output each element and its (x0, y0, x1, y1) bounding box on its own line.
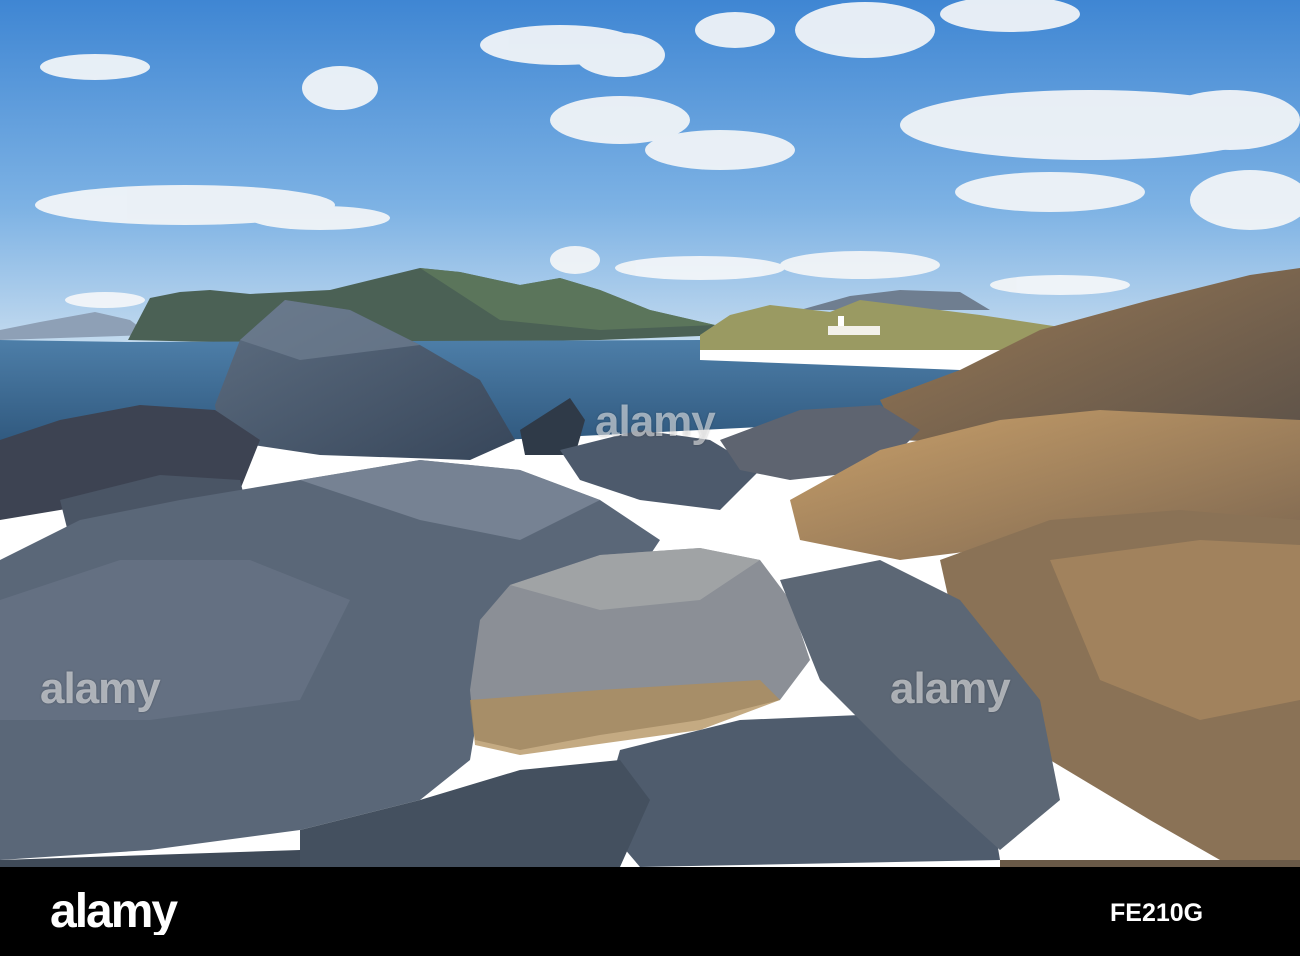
alamy-logo: alamy (50, 885, 262, 938)
alamy-logo-text: alamy (50, 891, 178, 935)
watermark-logo: alamy (595, 397, 716, 446)
image-id: FE210G (1110, 899, 1204, 927)
watermark-logo: alamy (40, 664, 161, 713)
watermark-logo: alamy (890, 664, 1011, 713)
